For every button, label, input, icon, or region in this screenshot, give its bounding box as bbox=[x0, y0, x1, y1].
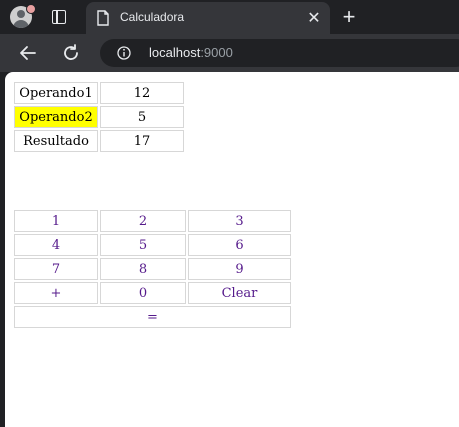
key-2-button[interactable]: 2 bbox=[100, 210, 186, 232]
key-1-button[interactable]: 1 bbox=[14, 210, 98, 232]
url-host: localhost bbox=[149, 45, 201, 60]
profile-notification-dot bbox=[26, 4, 36, 14]
table-row: Operando1 12 bbox=[14, 82, 184, 104]
key-9-button[interactable]: 9 bbox=[188, 258, 291, 280]
keypad-row: 7 8 9 bbox=[14, 258, 291, 280]
tab-actions-icon[interactable] bbox=[51, 9, 67, 25]
key-3-button[interactable]: 3 bbox=[188, 210, 291, 232]
new-tab-icon[interactable]: + bbox=[338, 6, 360, 28]
operands-table: Operando1 12 Operando2 5 Resultado 17 bbox=[12, 80, 186, 154]
site-info-icon[interactable] bbox=[117, 46, 131, 60]
page-icon bbox=[97, 10, 109, 26]
equals-button[interactable]: = bbox=[14, 306, 291, 328]
tab-strip: Calculadora ✕ + bbox=[0, 0, 459, 34]
keypad-row: + 0 Clear bbox=[14, 282, 291, 304]
url-port: :9000 bbox=[200, 45, 233, 60]
browser-toolbar: localhost:9000 bbox=[0, 34, 459, 72]
keypad-row: = bbox=[14, 306, 291, 328]
url-text[interactable]: localhost:9000 bbox=[149, 45, 233, 60]
keypad-row: 4 5 6 bbox=[14, 234, 291, 256]
result-value: 17 bbox=[100, 130, 184, 152]
key-0-button[interactable]: 0 bbox=[100, 282, 186, 304]
key-4-button[interactable]: 4 bbox=[14, 234, 98, 256]
table-row: Resultado 17 bbox=[14, 130, 184, 152]
keypad: 1 2 3 4 5 6 7 8 9 + 0 Clear = bbox=[12, 208, 293, 330]
address-bar[interactable]: localhost:9000 bbox=[100, 39, 459, 67]
operand1-label: Operando1 bbox=[14, 82, 98, 104]
key-5-button[interactable]: 5 bbox=[100, 234, 186, 256]
operand2-value[interactable]: 5 bbox=[100, 106, 184, 128]
page-viewport: Operando1 12 Operando2 5 Resultado 17 1 … bbox=[5, 72, 459, 427]
operand2-label: Operando2 bbox=[14, 106, 98, 128]
plus-button[interactable]: + bbox=[14, 282, 98, 304]
tab-calculadora[interactable]: Calculadora ✕ bbox=[86, 2, 330, 34]
back-arrow-icon[interactable] bbox=[17, 42, 39, 64]
table-row: Operando2 5 bbox=[14, 106, 184, 128]
tab-title: Calculadora bbox=[120, 10, 185, 24]
clear-button[interactable]: Clear bbox=[188, 282, 291, 304]
keypad-row: 1 2 3 bbox=[14, 210, 291, 232]
result-label: Resultado bbox=[14, 130, 98, 152]
reload-icon[interactable] bbox=[60, 42, 82, 64]
operand1-value[interactable]: 12 bbox=[100, 82, 184, 104]
key-8-button[interactable]: 8 bbox=[100, 258, 186, 280]
close-tab-icon[interactable]: ✕ bbox=[304, 8, 324, 28]
key-7-button[interactable]: 7 bbox=[14, 258, 98, 280]
key-6-button[interactable]: 6 bbox=[188, 234, 291, 256]
